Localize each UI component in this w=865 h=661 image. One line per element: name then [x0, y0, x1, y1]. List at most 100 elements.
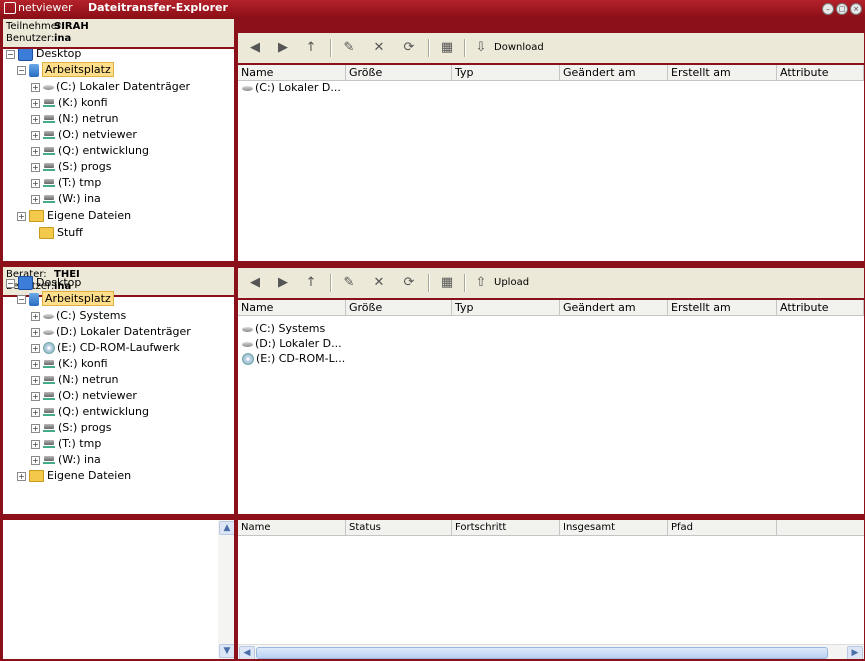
file-row[interactable]: (D:) Lokaler D... — [242, 337, 342, 351]
remote-folder-tree: − Desktop − Arbeitsplatz + (C:) Lokaler Dat… — [3, 49, 234, 261]
side-panel-scrollbar[interactable]: ▲ ▼ — [218, 520, 234, 659]
network-drive-icon — [43, 439, 55, 449]
new-folder-icon[interactable]: ✎ — [338, 33, 360, 63]
tree-node-arbeitsplatz[interactable]: − Arbeitsplatz — [17, 62, 114, 78]
download-button[interactable]: Download — [494, 33, 544, 63]
refresh-icon[interactable]: ⟳ — [398, 268, 420, 298]
view-mode-icon[interactable]: ▦ — [436, 33, 458, 63]
netviewer-logo-icon — [4, 2, 16, 14]
tree-node-arbeitsplatz[interactable]: − Arbeitsplatz — [17, 291, 114, 307]
tree-node-drive[interactable]: + (W:) ina — [31, 191, 101, 207]
column-modified[interactable]: Geändert am — [560, 300, 668, 315]
hard-drive-icon — [43, 313, 54, 319]
tree-node-stuff[interactable]: Stuff — [39, 225, 83, 241]
tree-node-drive[interactable]: + (K:) konfi — [31, 356, 108, 372]
folder-up-icon[interactable]: ↑ — [300, 33, 322, 63]
column-progress[interactable]: Fortschritt — [452, 520, 560, 535]
transfer-queue: Name Status Fortschritt Insgesamt Pfad ◀… — [238, 520, 864, 659]
tree-node-drive[interactable]: + (T:) tmp — [31, 436, 101, 452]
title-bar: netviewer Dateitransfer-Explorer – □ × — [0, 0, 865, 17]
network-drive-icon — [43, 423, 55, 433]
tree-node-drive[interactable]: + (N:) netrun — [31, 111, 119, 127]
tree-node-drive[interactable]: + (S:) progs — [31, 420, 111, 436]
network-drive-icon — [43, 194, 55, 204]
column-attributes[interactable]: Attribute — [777, 300, 864, 315]
window-title: Dateitransfer-Explorer — [88, 1, 228, 14]
tree-node-drive[interactable]: + (T:) tmp — [31, 175, 101, 191]
tree-node-desktop[interactable]: − Desktop — [6, 275, 81, 291]
view-mode-icon[interactable]: ▦ — [436, 268, 458, 298]
scroll-right-icon[interactable]: ▶ — [847, 646, 863, 659]
upload-button[interactable]: Upload — [494, 268, 529, 298]
column-name[interactable]: Name — [238, 520, 346, 535]
maximize-button[interactable]: □ — [836, 3, 848, 15]
column-type[interactable]: Typ — [452, 65, 560, 80]
file-row[interactable]: (C:) Lokaler D... — [242, 81, 341, 95]
tree-node-drive[interactable]: + (O:) netviewer — [31, 127, 137, 143]
scroll-left-icon[interactable]: ◀ — [239, 646, 255, 659]
delete-icon[interactable]: ✕ — [368, 268, 390, 298]
back-icon[interactable]: ◀ — [244, 33, 266, 63]
tree-node-drive[interactable]: + (K:) konfi — [31, 95, 108, 111]
minimize-button[interactable]: – — [822, 3, 834, 15]
tree-node-drive[interactable]: + (C:) Systems — [31, 308, 126, 324]
column-size[interactable]: Größe — [346, 300, 452, 315]
column-modified[interactable]: Geändert am — [560, 65, 668, 80]
new-folder-icon[interactable]: ✎ — [338, 268, 360, 298]
network-drive-icon — [43, 455, 55, 465]
desktop-icon — [18, 276, 33, 290]
tree-node-drive[interactable]: + (W:) ina — [31, 452, 101, 468]
upload-icon[interactable]: ⇧ — [470, 268, 492, 298]
remote-toolbar: ◀ ▶ ↑ ✎ ✕ ⟳ ▦ ⇩ Download — [238, 33, 864, 63]
network-drive-icon — [43, 130, 55, 140]
scrollbar-thumb[interactable] — [256, 647, 828, 659]
network-drive-icon — [43, 146, 55, 156]
tree-node-my-files[interactable]: + Eigene Dateien — [17, 468, 131, 484]
delete-icon[interactable]: ✕ — [368, 33, 390, 63]
tree-node-drive[interactable]: + (C:) Lokaler Datenträger — [31, 79, 190, 95]
tree-node-drive[interactable]: + (O:) netviewer — [31, 388, 137, 404]
column-created[interactable]: Erstellt am — [668, 65, 777, 80]
desktop-icon — [18, 49, 33, 61]
column-status[interactable]: Status — [346, 520, 452, 535]
column-size[interactable]: Größe — [346, 65, 452, 80]
refresh-icon[interactable]: ⟳ — [398, 33, 420, 63]
network-drive-icon — [43, 162, 55, 172]
tree-node-my-files[interactable]: + Eigene Dateien — [17, 208, 131, 224]
hard-drive-icon — [242, 85, 253, 91]
file-row[interactable]: (E:) CD-ROM-L... — [242, 352, 345, 366]
folder-icon — [39, 227, 54, 239]
app-name: netviewer — [18, 1, 73, 14]
column-total[interactable]: Insgesamt — [560, 520, 668, 535]
forward-icon[interactable]: ▶ — [272, 33, 294, 63]
tree-node-drive[interactable]: + (S:) progs — [31, 159, 111, 175]
local-tree-content: − Desktop − Arbeitsplatz + (C:) Systems + (D… — [3, 275, 234, 514]
column-created[interactable]: Erstellt am — [668, 300, 777, 315]
network-drive-icon — [43, 359, 55, 369]
hard-drive-icon — [43, 84, 54, 90]
scroll-up-icon[interactable]: ▲ — [219, 521, 234, 535]
close-button[interactable]: × — [850, 3, 862, 15]
column-type[interactable]: Typ — [452, 300, 560, 315]
tree-node-drive[interactable]: + (E:) CD-ROM-Laufwerk — [31, 340, 180, 356]
column-name[interactable]: Name — [238, 300, 346, 315]
column-attributes[interactable]: Attribute — [777, 65, 864, 80]
folder-up-icon[interactable]: ↑ — [300, 268, 322, 298]
column-name[interactable]: Name — [238, 65, 346, 80]
transfer-list-header: Name Status Fortschritt Insgesamt Pfad — [238, 520, 864, 536]
tree-node-drive[interactable]: + (Q:) entwicklung — [31, 143, 149, 159]
cd-rom-icon — [43, 342, 55, 354]
column-path[interactable]: Pfad — [668, 520, 777, 535]
download-icon[interactable]: ⇩ — [470, 33, 492, 63]
file-row[interactable]: (C:) Systems — [242, 322, 325, 336]
tree-node-drive[interactable]: + (Q:) entwicklung — [31, 404, 149, 420]
forward-icon[interactable]: ▶ — [272, 268, 294, 298]
cd-rom-icon — [242, 353, 254, 365]
transfer-horizontal-scrollbar[interactable]: ◀ ▶ — [238, 644, 864, 659]
tree-node-drive[interactable]: + (N:) netrun — [31, 372, 119, 388]
tree-node-drive[interactable]: + (D:) Lokaler Datenträger — [31, 324, 191, 340]
scroll-down-icon[interactable]: ▼ — [219, 644, 234, 658]
hard-drive-icon — [242, 341, 253, 347]
tree-node-desktop[interactable]: − Desktop — [6, 49, 81, 62]
back-icon[interactable]: ◀ — [244, 268, 266, 298]
